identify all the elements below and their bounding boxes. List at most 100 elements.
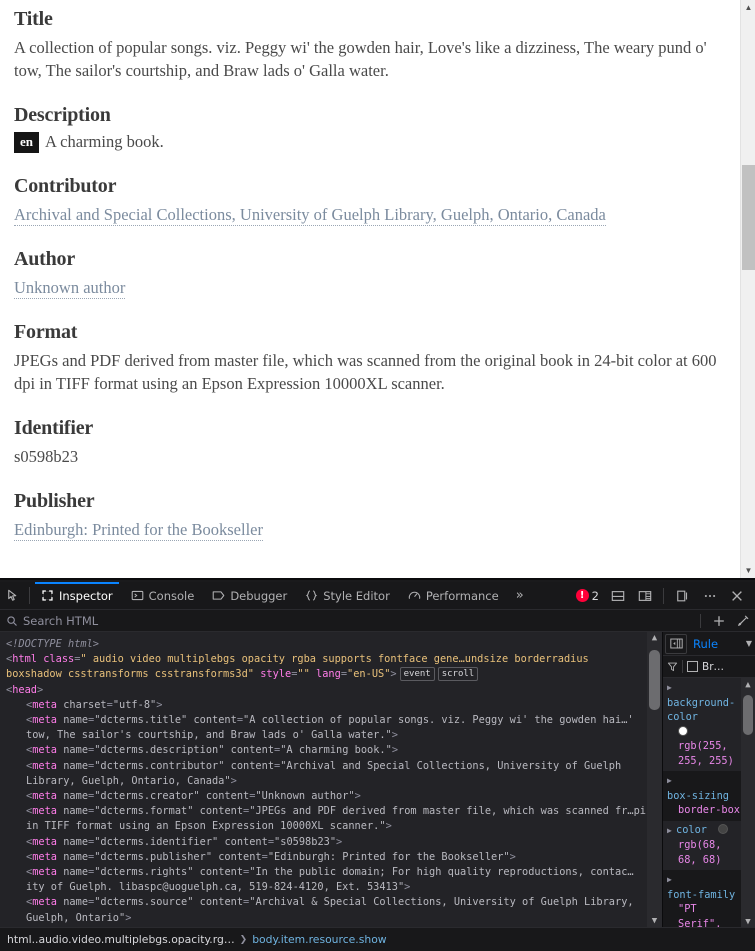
chevron-down-icon[interactable]: ▼	[746, 639, 755, 648]
markup-token: head	[12, 683, 38, 696]
more-tabs-icon[interactable]: »	[508, 582, 532, 609]
markup-token: content	[230, 759, 275, 772]
markup-token: name	[63, 805, 89, 818]
expand-twisty-icon[interactable]: ▶	[667, 681, 676, 696]
rules-scroll-up-icon[interactable]: ▲	[741, 678, 755, 692]
expand-twisty-icon[interactable]: ▶	[667, 824, 676, 839]
markup-line[interactable]: <meta name="dcterms.identifier" content=…	[0, 835, 662, 850]
markup-line[interactable]: <meta name="dcterms.creator" content="Un…	[0, 789, 662, 804]
page-vertical-scrollbar[interactable]: ▲ ▼	[740, 0, 755, 578]
css-property-value[interactable]: "PT Serif",	[667, 902, 743, 929]
browser-styles-checkbox[interactable]	[687, 661, 698, 672]
markup-line[interactable]: <meta name="dcterms.rights" content="In …	[0, 865, 662, 895]
devtools-panel: Inspector Console Debugger Style Editor	[0, 578, 755, 951]
responsive-design-mode-icon[interactable]	[632, 584, 657, 608]
publisher-link[interactable]: Edinburgh: Printed for the Bookseller	[14, 520, 263, 541]
markup-line[interactable]: <meta name="dcterms.source" content="Arc…	[0, 895, 662, 925]
pick-element-icon[interactable]	[0, 582, 27, 609]
color-swatch[interactable]	[678, 725, 688, 736]
tab-performance[interactable]: Performance	[399, 582, 508, 609]
markup-scrollbar-thumb[interactable]	[649, 650, 660, 710]
field-value: Archival and Special Collections, Univer…	[14, 203, 723, 226]
style-editor-icon	[305, 589, 318, 602]
markup-line[interactable]: <meta name="dcterms.publisher" content="…	[0, 850, 662, 865]
dock-position-icon[interactable]	[670, 584, 695, 608]
markup-token: charset	[63, 698, 107, 711]
markup-token: >	[230, 774, 237, 787]
scroll-down-arrow-icon[interactable]: ▼	[741, 563, 755, 578]
color-swatch[interactable]	[718, 823, 728, 834]
browser-styles-label: Br…	[702, 660, 725, 673]
css-property-name[interactable]: box-sizing	[667, 789, 743, 804]
toggle-sidebar-icon[interactable]	[665, 633, 687, 654]
markup-line[interactable]: <!DOCTYPE html>	[0, 637, 662, 652]
markup-line[interactable]: <meta name="dcterms.description" content…	[0, 743, 662, 758]
markup-token: name	[63, 714, 89, 727]
tab-inspector[interactable]: Inspector	[32, 582, 122, 609]
markup-token: "s0598b23"	[274, 835, 337, 848]
tab-style-editor[interactable]: Style Editor	[296, 582, 399, 609]
css-property-name[interactable]: background-color	[667, 696, 743, 725]
markup-line[interactable]: <meta name="dcterms.contributor" content…	[0, 759, 662, 789]
tab-debugger[interactable]: Debugger	[203, 582, 296, 609]
markup-token: name	[63, 759, 89, 772]
field-title: Title A collection of popular songs. viz…	[14, 8, 723, 82]
debugger-icon	[212, 589, 225, 602]
css-property-value[interactable]: rgb(255, 255, 255)	[667, 739, 743, 768]
markup-token: meta	[32, 698, 58, 711]
markup-token: lang	[316, 668, 341, 681]
field-value: JPEGs and PDF derived from master file, …	[14, 351, 717, 393]
markup-line[interactable]: <html class=" audio video multiplebgs op…	[0, 652, 662, 682]
scroll-up-arrow-icon[interactable]: ▲	[741, 0, 755, 15]
markup-token: >	[354, 790, 361, 803]
scrollbar-thumb[interactable]	[742, 165, 755, 270]
markup-token: >	[390, 668, 397, 681]
rules-scrollbar[interactable]: ▲ ▼	[741, 678, 755, 929]
close-devtools-icon[interactable]	[724, 584, 749, 608]
error-count-badge[interactable]: ! 2	[572, 589, 603, 603]
field-label: Format	[14, 321, 78, 343]
markup-token: meta	[32, 759, 58, 772]
markup-token: >	[509, 850, 516, 863]
markup-line[interactable]: <meta name="dcterms.title" content="A co…	[0, 713, 662, 743]
field-label: Publisher	[14, 490, 95, 512]
search-input[interactable]: Search HTML	[23, 614, 98, 628]
filter-icon[interactable]	[667, 661, 678, 672]
markup-token: name	[63, 744, 89, 757]
markup-line[interactable]: <meta charset="utf-8">	[0, 698, 662, 713]
author-link[interactable]: Unknown author	[14, 278, 126, 299]
event-badge[interactable]: scroll	[437, 667, 479, 682]
expand-twisty-icon[interactable]: ▶	[667, 774, 676, 789]
markup-scrollbar[interactable]: ▲ ▼	[647, 632, 662, 929]
markup-token: content	[199, 866, 244, 879]
expand-twisty-icon[interactable]: ▼	[0, 683, 5, 698]
css-property-value[interactable]: rgb(68, 68, 68)	[667, 838, 743, 867]
expand-twisty-icon[interactable]: ▶	[667, 873, 676, 888]
eyedropper-icon[interactable]	[731, 614, 755, 628]
markup-token: content	[230, 744, 275, 757]
rules-scrollbar-thumb[interactable]	[743, 695, 753, 735]
css-property-name[interactable]: font-family	[667, 888, 743, 903]
tab-rules[interactable]: Rule	[690, 637, 718, 651]
field-contributor: Contributor Archival and Special Collect…	[14, 175, 723, 226]
markup-token: name	[63, 790, 89, 803]
breadcrumb-separator-icon: ❯	[239, 934, 248, 945]
css-declarations-list[interactable]: ▶ background-color rgb(255, 255, 255) ▶ box-…	[663, 678, 755, 929]
breadcrumb-item-html[interactable]: html..audio.video.multiplebgs.opacity.rg…	[2, 933, 240, 946]
contributor-link[interactable]: Archival and Special Collections, Univer…	[14, 205, 606, 226]
breadcrumb-item-body[interactable]: body.item.resource.show	[247, 933, 391, 946]
split-console-icon[interactable]	[605, 584, 630, 608]
search-html-bar[interactable]: Search HTML	[0, 610, 755, 632]
markup-scroll-up-icon[interactable]: ▲	[647, 632, 662, 646]
markup-line[interactable]: ▼<head>	[0, 683, 662, 698]
markup-token: <!DOCTYPE html>	[6, 638, 99, 650]
tab-console[interactable]: Console	[122, 582, 204, 609]
rules-filter-bar: Br…	[663, 656, 755, 678]
event-badge[interactable]: event	[399, 667, 435, 682]
add-new-node-icon[interactable]	[707, 614, 731, 628]
meatball-menu-icon[interactable]	[697, 584, 722, 608]
css-property-name[interactable]: color	[676, 824, 707, 836]
markup-line[interactable]: <meta name="dcterms.format" content="JPE…	[0, 804, 662, 834]
css-property-value[interactable]: border-box	[667, 803, 743, 818]
markup-view[interactable]: <!DOCTYPE html> <html class=" audio video…	[0, 632, 662, 929]
